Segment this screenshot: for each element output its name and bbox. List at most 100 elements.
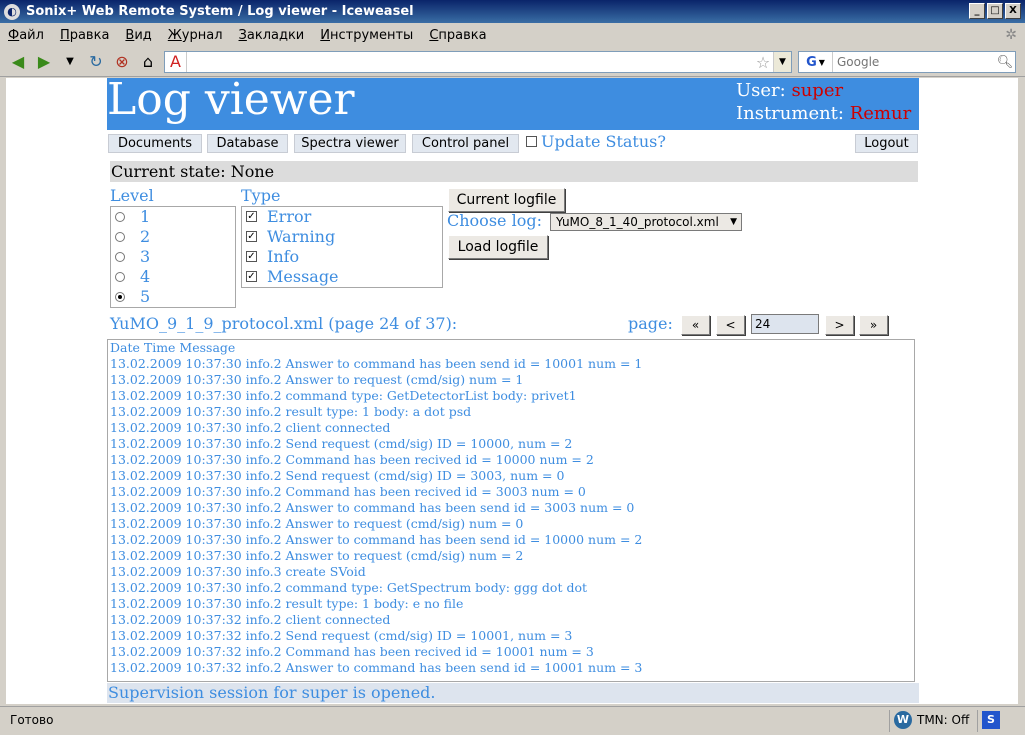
log-line: 13.02.2009 10:37:30 info.2 Answer to com… — [110, 500, 635, 515]
current-logfile-button[interactable]: Current logfile — [448, 188, 565, 212]
stop-icon[interactable]: ⊗ — [110, 50, 134, 74]
radio-button[interactable] — [115, 271, 125, 282]
log-line: 13.02.2009 10:37:30 info.2 result type: … — [110, 404, 472, 419]
selected-log-file: YuMO_8_1_40_protocol.xml — [556, 215, 719, 229]
logout-button[interactable]: Logout — [855, 134, 918, 153]
checkbox-checked[interactable]: ✓ — [246, 231, 257, 242]
back-arrow-icon[interactable]: ◀ — [6, 50, 30, 74]
type-label: Type — [241, 186, 281, 205]
home-icon[interactable]: ⌂ — [136, 50, 160, 74]
current-state: Current state: None — [110, 161, 918, 182]
site-favicon-icon: A — [165, 52, 187, 72]
load-logfile-button[interactable]: Load logfile — [448, 235, 548, 259]
page-number-input[interactable] — [751, 314, 819, 334]
menu-help[interactable]: Справка — [429, 28, 486, 43]
log-line: 13.02.2009 10:37:30 info.2 Answer to com… — [110, 356, 643, 371]
log-line: 13.02.2009 10:37:30 info.2 Answer to com… — [110, 532, 643, 547]
log-line: 13.02.2009 10:37:32 info.2 client connec… — [110, 612, 391, 627]
navigation-toolbar: ◀ ▶ ▼ ↻ ⊗ ⌂ A ☆ ▼ G▼ 🔍︎ — [0, 47, 1025, 77]
menu-file[interactable]: Файл — [8, 28, 44, 43]
level-option-4[interactable]: 4 — [115, 267, 150, 286]
log-line: 13.02.2009 10:37:30 info.2 Command has b… — [110, 484, 586, 499]
log-line: 13.02.2009 10:37:30 info.2 client connec… — [110, 420, 391, 435]
address-bar: A ☆ ▼ — [164, 51, 792, 73]
forward-arrow-icon[interactable]: ▶ — [32, 50, 56, 74]
log-line: 13.02.2009 10:37:30 info.2 Answer to req… — [110, 372, 524, 387]
menu-bar: Файл Правка Вид Журнал Закладки Инструме… — [0, 23, 1025, 47]
instrument-info: Instrument: Remur — [736, 103, 911, 124]
radio-button[interactable] — [115, 211, 125, 222]
tab-documents[interactable]: Documents — [108, 134, 202, 153]
close-button[interactable]: X — [1005, 3, 1021, 19]
browser-logo-icon: ◐ — [4, 3, 20, 20]
level-option-3[interactable]: 3 — [115, 247, 150, 266]
instrument-label: Instrument: — [736, 103, 844, 124]
radio-button[interactable] — [115, 251, 125, 262]
type-group: ✓ Error ✓ Warning ✓ Info ✓ Message — [241, 206, 443, 288]
menu-edit[interactable]: Правка — [60, 28, 109, 43]
bookmark-star-icon[interactable]: ☆ — [753, 53, 773, 72]
level-option-5[interactable]: 5 — [115, 287, 150, 306]
search-engine-icon[interactable]: G ▼ — [799, 52, 833, 72]
browser-statusbar: Готово W TMN: Off S — [0, 706, 1025, 735]
menu-history[interactable]: Журнал — [168, 28, 223, 43]
last-page-button[interactable]: » — [859, 315, 888, 335]
tmn-status[interactable]: TMN: Off — [917, 713, 969, 727]
minimize-button[interactable]: _ — [969, 3, 985, 19]
checkbox-checked[interactable]: ✓ — [246, 251, 257, 262]
log-line: 13.02.2009 10:37:30 info.2 command type:… — [110, 580, 587, 595]
log-line: 13.02.2009 10:37:30 info.2 Send request … — [110, 436, 573, 451]
checkbox-checked[interactable]: ✓ — [246, 211, 257, 222]
log-line: 13.02.2009 10:37:30 info.2 command type:… — [110, 388, 577, 403]
prev-page-button[interactable]: < — [716, 315, 745, 335]
next-page-button[interactable]: > — [825, 315, 854, 335]
search-input[interactable] — [833, 53, 995, 71]
chevron-down-icon: ▼ — [730, 217, 737, 227]
nav-tabs: Documents Database Spectra viewer Contro… — [107, 132, 919, 154]
type-option-info[interactable]: ✓ Info — [246, 247, 299, 266]
throbber-icon: ✲ — [1005, 27, 1017, 43]
tab-control-panel[interactable]: Control panel — [412, 134, 519, 153]
history-dropdown-icon[interactable]: ▼ — [58, 50, 82, 74]
user-label: User: — [736, 80, 786, 101]
user-value: super — [791, 80, 844, 101]
window-edge — [1018, 78, 1025, 704]
update-status-label: Update Status? — [541, 132, 666, 151]
window-titlebar[interactable]: ◐ Sonix+ Web Remote System / Log viewer … — [0, 0, 1025, 23]
url-dropdown-icon[interactable]: ▼ — [773, 52, 791, 72]
type-option-error[interactable]: ✓ Error — [246, 207, 311, 226]
radio-button[interactable] — [115, 231, 125, 242]
log-line: 13.02.2009 10:37:30 info.2 Command has b… — [110, 452, 594, 467]
tab-database[interactable]: Database — [207, 134, 288, 153]
log-file-select[interactable]: YuMO_8_1_40_protocol.xml ▼ — [550, 213, 742, 231]
level-option-2[interactable]: 2 — [115, 227, 150, 246]
tab-spectra-viewer[interactable]: Spectra viewer — [294, 134, 406, 153]
reload-icon[interactable]: ↻ — [84, 50, 108, 74]
update-status[interactable]: Update Status? — [526, 132, 666, 151]
url-input[interactable] — [187, 53, 753, 71]
level-group: 1 2 3 4 5 — [110, 206, 236, 308]
status-text: Готово — [10, 713, 54, 727]
log-line: 13.02.2009 10:37:32 info.2 Command has b… — [110, 644, 594, 659]
menu-tools[interactable]: Инструменты — [320, 28, 413, 43]
menu-view[interactable]: Вид — [125, 28, 151, 43]
window-controls: _ □ X — [969, 3, 1021, 19]
log-line: 13.02.2009 10:37:30 info.2 Answer to req… — [110, 516, 524, 531]
search-icon[interactable]: 🔍︎ — [995, 55, 1015, 70]
checkbox-checked[interactable]: ✓ — [246, 271, 257, 282]
tmn-extension-icon[interactable]: W — [894, 711, 912, 729]
level-option-1[interactable]: 1 — [115, 207, 150, 226]
maximize-button[interactable]: □ — [987, 3, 1003, 19]
update-status-checkbox[interactable] — [526, 136, 537, 147]
log-content[interactable]: Date Time Message 13.02.2009 10:37:30 in… — [107, 339, 915, 682]
first-page-button[interactable]: « — [681, 315, 710, 335]
extension-s-icon[interactable]: S — [982, 711, 1000, 729]
type-option-warning[interactable]: ✓ Warning — [246, 227, 335, 246]
user-info: User: super — [736, 80, 843, 101]
type-option-message[interactable]: ✓ Message — [246, 267, 339, 286]
log-viewer-page: Log viewer User: super Instrument: Remur… — [107, 78, 919, 703]
menu-bookmarks[interactable]: Закладки — [239, 28, 305, 43]
radio-button-selected[interactable] — [115, 291, 125, 302]
log-line: 13.02.2009 10:37:30 info.2 result type: … — [110, 596, 464, 611]
log-line: 13.02.2009 10:37:30 info.3 create SVoid — [110, 564, 366, 579]
